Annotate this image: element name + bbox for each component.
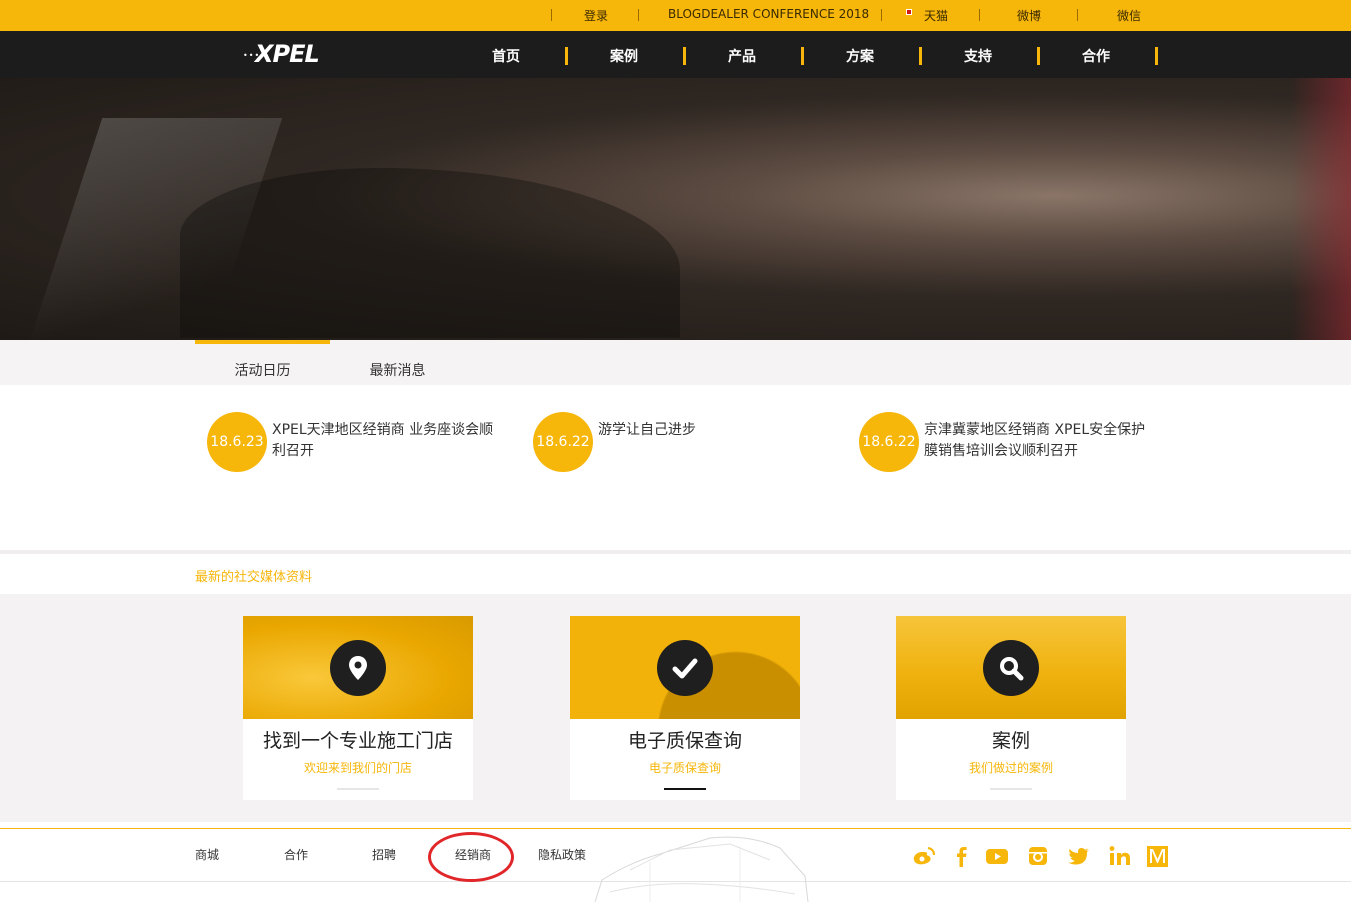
- youtube-icon[interactable]: [984, 843, 1010, 869]
- card-title: 电子质保查询: [627, 730, 742, 752]
- login-link[interactable]: 登录: [584, 7, 608, 24]
- hero-shadow: [180, 168, 680, 338]
- linkedin-icon[interactable]: [1107, 843, 1133, 869]
- card-title: 找到一个专业施工门店: [262, 730, 453, 752]
- nav-separator: [1155, 47, 1158, 65]
- card-image: [570, 616, 800, 719]
- map-pin-icon: [330, 640, 386, 696]
- nav-home[interactable]: 首页: [492, 46, 520, 66]
- date-badge: 18.6.22: [859, 412, 919, 472]
- nav-cases[interactable]: 案例: [610, 46, 638, 66]
- separator: [638, 9, 639, 21]
- tab-latest-news[interactable]: 最新消息: [330, 340, 465, 385]
- twitter-icon[interactable]: [1066, 843, 1092, 869]
- nav-separator: [919, 47, 922, 65]
- facebook-icon[interactable]: [949, 843, 975, 869]
- separator: [881, 9, 882, 21]
- search-icon: [983, 640, 1039, 696]
- conference-link[interactable]: BLOGDEALER CONFERENCE 2018: [668, 7, 869, 21]
- car-sketch-illustration: [594, 836, 809, 903]
- footer-link-cooperation[interactable]: 合作: [284, 846, 308, 863]
- card-image: [896, 616, 1126, 719]
- date-badge: 18.6.23: [207, 412, 267, 472]
- tmall-link[interactable]: 天猫: [924, 7, 948, 24]
- page: 登录 BLOGDEALER CONFERENCE 2018 天猫 微博 微信 •…: [0, 0, 1351, 903]
- news-list: 18.6.23 XPEL天津地区经销商 业务座谈会顺利召开 18.6.22 游学…: [0, 385, 1351, 550]
- nav-cooperation[interactable]: 合作: [1082, 46, 1110, 66]
- nav-products[interactable]: 产品: [728, 46, 756, 66]
- nav-separator: [565, 47, 568, 65]
- top-utility-bar: 登录 BLOGDEALER CONFERENCE 2018 天猫 微博 微信: [0, 0, 1351, 31]
- wechat-link[interactable]: 微信: [1117, 7, 1141, 24]
- section-divider: [0, 550, 1351, 554]
- warranty-lookup-card[interactable]: 电子质保查询 电子质保查询: [570, 616, 800, 800]
- weibo-icon[interactable]: [911, 843, 937, 869]
- main-nav: ••• XPEL 首页 案例 产品 方案 支持 合作: [0, 31, 1351, 78]
- date-badge: 18.6.22: [533, 412, 593, 472]
- separator: [1077, 9, 1078, 21]
- tab-label: 活动日历: [234, 363, 291, 379]
- instagram-icon[interactable]: [1025, 843, 1051, 869]
- find-store-card[interactable]: 找到一个专业施工门店 欢迎来到我们的门店: [243, 616, 473, 800]
- footer-link-mall[interactable]: 商城: [195, 846, 219, 863]
- xpel-logo[interactable]: ••• XPEL: [243, 40, 343, 68]
- tab-label: 最新消息: [369, 363, 426, 379]
- hero-edge: [1290, 78, 1351, 340]
- social-media-heading: 最新的社交媒体资料: [195, 570, 313, 585]
- card-title: 案例: [991, 730, 1030, 752]
- card-underline: [337, 788, 379, 790]
- nav-support[interactable]: 支持: [964, 46, 992, 66]
- separator: [979, 9, 980, 21]
- news-title[interactable]: 游学让自己进步: [598, 420, 823, 441]
- tmall-icon: [906, 9, 912, 15]
- card-subtitle: 欢迎来到我们的门店: [303, 761, 412, 775]
- nav-separator: [801, 47, 804, 65]
- logo-text: XPEL: [255, 40, 320, 68]
- card-underline: [664, 788, 706, 790]
- red-highlight-circle: [428, 832, 514, 882]
- card-subtitle: 电子质保查询: [648, 761, 721, 775]
- nav-separator: [683, 47, 686, 65]
- cases-card[interactable]: 案例 我们做过的案例: [896, 616, 1126, 800]
- nav-separator: [1037, 47, 1040, 65]
- news-title[interactable]: 京津冀蒙地区经销商 XPEL安全保护膜销售培训会议顺利召开: [924, 420, 1149, 462]
- hero-banner-image: [0, 78, 1351, 340]
- medium-icon[interactable]: [1145, 843, 1171, 869]
- news-tabs: 活动日历 最新消息: [0, 340, 1351, 385]
- card-image: [243, 616, 473, 719]
- weibo-link[interactable]: 微博: [1017, 7, 1041, 24]
- card-subtitle: 我们做过的案例: [968, 761, 1053, 775]
- tab-events-calendar[interactable]: 活动日历: [195, 340, 330, 385]
- card-underline: [990, 788, 1032, 790]
- news-title[interactable]: XPEL天津地区经销商 业务座谈会顺利召开: [272, 420, 497, 462]
- footer-link-careers[interactable]: 招聘: [372, 846, 396, 863]
- checkmark-icon: [657, 640, 713, 696]
- footer-link-privacy[interactable]: 隐私政策: [538, 846, 586, 863]
- nav-solutions[interactable]: 方案: [846, 46, 874, 66]
- separator: [551, 9, 552, 21]
